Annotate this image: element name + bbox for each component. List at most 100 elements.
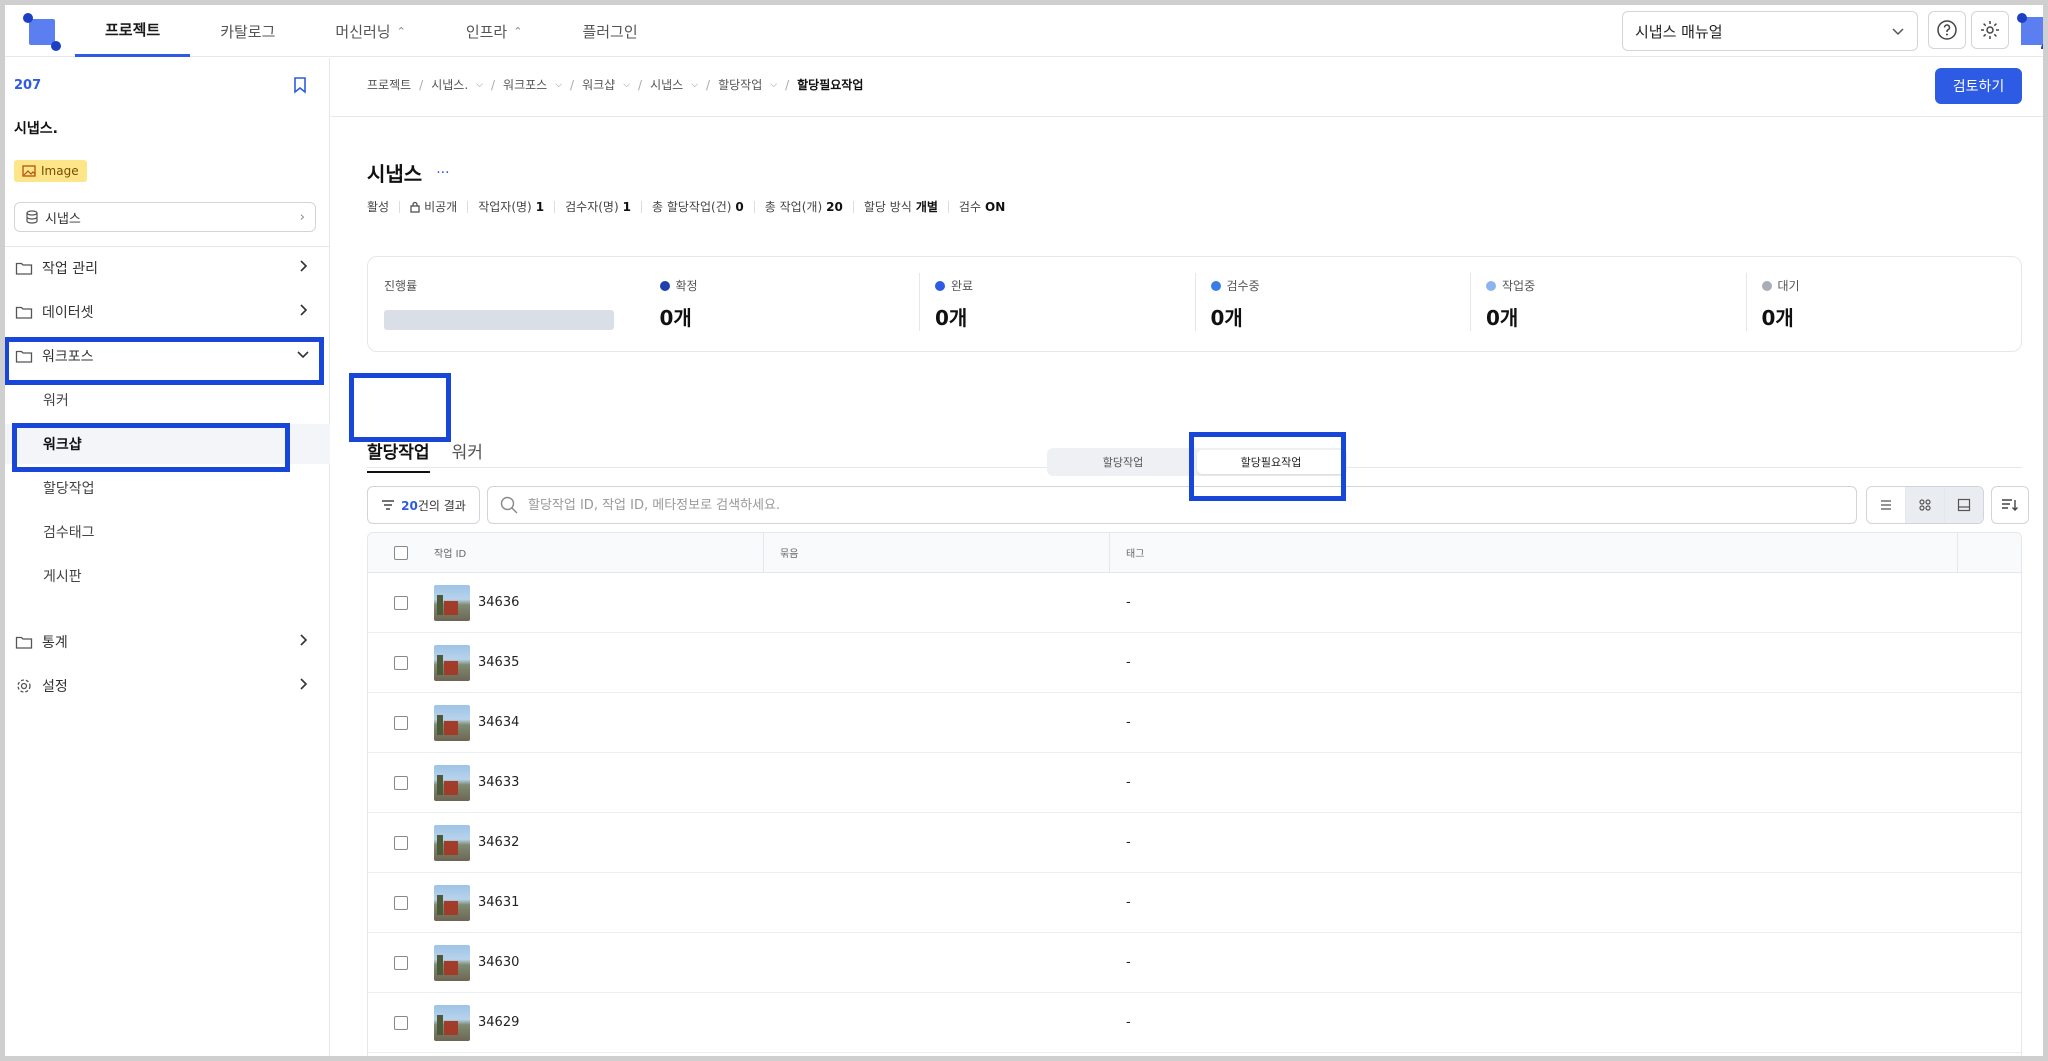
nav-item-label: 머신러닝 <box>335 22 391 41</box>
stat-label-text: 검수중 <box>1226 279 1260 293</box>
breadcrumb-separator: / <box>785 77 790 92</box>
sidebar-subitem-3[interactable]: 검수태그 <box>5 512 330 552</box>
sidebar-menu-item-0[interactable]: 작업 관리 <box>5 248 330 288</box>
header-tag[interactable]: 태그 <box>1110 533 1958 572</box>
row-checkbox[interactable] <box>394 1015 408 1030</box>
sidebar-subitem-1[interactable]: 워크샵 <box>5 424 330 464</box>
stat-label: 대기 <box>1761 277 2006 294</box>
task-thumbnail[interactable] <box>434 704 470 741</box>
meta-value: ON <box>985 199 1006 214</box>
breadcrumb-item-3[interactable]: 워크샵 <box>582 76 615 93</box>
task-group <box>764 693 1110 752</box>
row-checkbox[interactable] <box>394 895 408 910</box>
folder-icon <box>15 260 33 276</box>
project-id: 207 <box>14 78 42 93</box>
table-row[interactable]: 34636 - <box>368 573 2021 633</box>
task-tag: - <box>1126 595 1131 610</box>
task-thumbnail[interactable] <box>434 944 470 981</box>
settings-button[interactable] <box>1971 11 2009 49</box>
user-avatar[interactable] <box>2015 13 2047 49</box>
sidebar-menu-item-4[interactable]: 설정 <box>5 666 330 706</box>
nav-item-4[interactable]: 플러그인 <box>552 5 667 57</box>
bookmark-button[interactable] <box>292 76 308 98</box>
panel-view-button[interactable] <box>1945 487 1983 523</box>
chevron-down-icon[interactable]: ⌵ <box>770 80 777 90</box>
meta-label: 총 작업(개) <box>764 200 823 214</box>
row-checkbox[interactable] <box>394 655 408 670</box>
table-row[interactable]: 34633 - <box>368 753 2021 813</box>
list-view-button[interactable] <box>1867 487 1906 523</box>
grid-view-button[interactable] <box>1906 487 1945 523</box>
table-row[interactable]: 34629 - <box>368 993 2021 1053</box>
row-checkbox[interactable] <box>394 835 408 850</box>
task-tag: - <box>1126 955 1131 970</box>
tab-0[interactable]: 할당작업 <box>367 438 430 473</box>
header-group[interactable]: 묶음 <box>764 533 1110 572</box>
breadcrumb-item-4[interactable]: 시냅스 <box>650 76 683 93</box>
chevron-down-icon[interactable]: ⌵ <box>555 80 562 90</box>
breadcrumb-item-5[interactable]: 할당작업 <box>718 76 762 93</box>
folder-icon <box>15 634 33 650</box>
stat-label: 확정 <box>659 277 904 294</box>
meta-value: 20 <box>826 199 843 214</box>
stat-item-4: 대기 0개 <box>1745 257 2022 351</box>
nav-item-0[interactable]: 프로젝트 <box>75 5 191 57</box>
page-title-text: 시냅스 <box>367 162 423 186</box>
row-checkbox[interactable] <box>394 955 408 970</box>
row-checkbox[interactable] <box>394 715 408 730</box>
task-thumbnail[interactable] <box>434 1004 470 1041</box>
status-text: 활성 <box>367 198 399 215</box>
meta-value: 개별 <box>915 200 938 214</box>
chevron-down-icon <box>296 347 310 365</box>
meta-label: 작업자(명) <box>478 200 532 214</box>
sort-button[interactable] <box>1991 486 2029 524</box>
table-row[interactable]: 34634 - <box>368 693 2021 753</box>
task-thumbnail[interactable] <box>434 584 470 621</box>
sidebar-menu-item-1[interactable]: 데이터셋 <box>5 292 330 332</box>
task-thumbnail[interactable] <box>434 764 470 801</box>
table-row[interactable]: 34635 - <box>368 633 2021 693</box>
meta-item-4: 할당 방식 개별 <box>854 198 948 215</box>
table-row[interactable]: 34630 - <box>368 933 2021 993</box>
breadcrumb-item-0[interactable]: 프로젝트 <box>367 76 411 93</box>
segment-button-0[interactable]: 할당작업 <box>1049 450 1197 474</box>
task-thumbnail[interactable] <box>434 884 470 921</box>
progress-stats-panel: 진행률 확정 0개 완료 0개 검수중 0개 작업중 0개 대기 0개 <box>367 256 2022 352</box>
row-checkbox[interactable] <box>394 595 408 610</box>
meta-item-5: 검수 ON <box>949 198 1015 215</box>
sidebar-menu-item-3[interactable]: 통계 <box>5 622 330 662</box>
row-checkbox[interactable] <box>394 775 408 790</box>
sidebar-subitem-4[interactable]: 게시판 <box>5 556 330 596</box>
nav-item-2[interactable]: 머신러닝 ⌃ <box>305 5 435 57</box>
filter-button[interactable]: 20건의 결과 <box>367 486 480 524</box>
breadcrumb-item-1[interactable]: 시냅스. <box>431 76 468 93</box>
list-view-icon <box>1881 500 1891 510</box>
select-all-checkbox[interactable] <box>394 545 408 560</box>
sidebar-subitem-0[interactable]: 워커 <box>5 380 330 420</box>
task-id: 34634 <box>478 715 520 730</box>
header-task-id[interactable]: 작업 ID <box>434 533 764 572</box>
search-input[interactable] <box>528 497 1828 513</box>
breadcrumb-separator: / <box>638 77 643 92</box>
sidebar-menu-item-2[interactable]: 워크포스 <box>5 336 330 376</box>
nav-item-3[interactable]: 인프라 ⌃ <box>436 5 553 57</box>
segment-button-1[interactable]: 할당필요작업 <box>1197 450 1345 474</box>
task-thumbnail[interactable] <box>434 824 470 861</box>
chevron-down-icon[interactable]: ⌵ <box>691 80 698 90</box>
sort-icon <box>2002 499 2018 511</box>
help-button[interactable] <box>1928 11 1966 49</box>
table-row[interactable]: 34631 - <box>368 873 2021 933</box>
review-button[interactable]: 검토하기 <box>1935 68 2022 104</box>
manual-select[interactable]: 시냅스 매뉴얼 <box>1622 11 1918 51</box>
nav-item-1[interactable]: 카탈로그 <box>190 5 305 57</box>
chevron-down-icon[interactable]: ⌵ <box>476 80 483 90</box>
task-thumbnail[interactable] <box>434 644 470 681</box>
more-menu-button[interactable]: ··· <box>436 165 449 181</box>
chevron-down-icon[interactable]: ⌵ <box>623 80 630 90</box>
breadcrumb-item-2[interactable]: 워크포스 <box>503 76 547 93</box>
sidebar-subitem-2[interactable]: 할당작업 <box>5 468 330 508</box>
table-row[interactable]: 34632 - <box>368 813 2021 873</box>
tab-1[interactable]: 워커 <box>452 438 483 473</box>
app-logo[interactable] <box>21 13 61 53</box>
dataset-select[interactable]: 시냅스 › <box>14 202 316 232</box>
